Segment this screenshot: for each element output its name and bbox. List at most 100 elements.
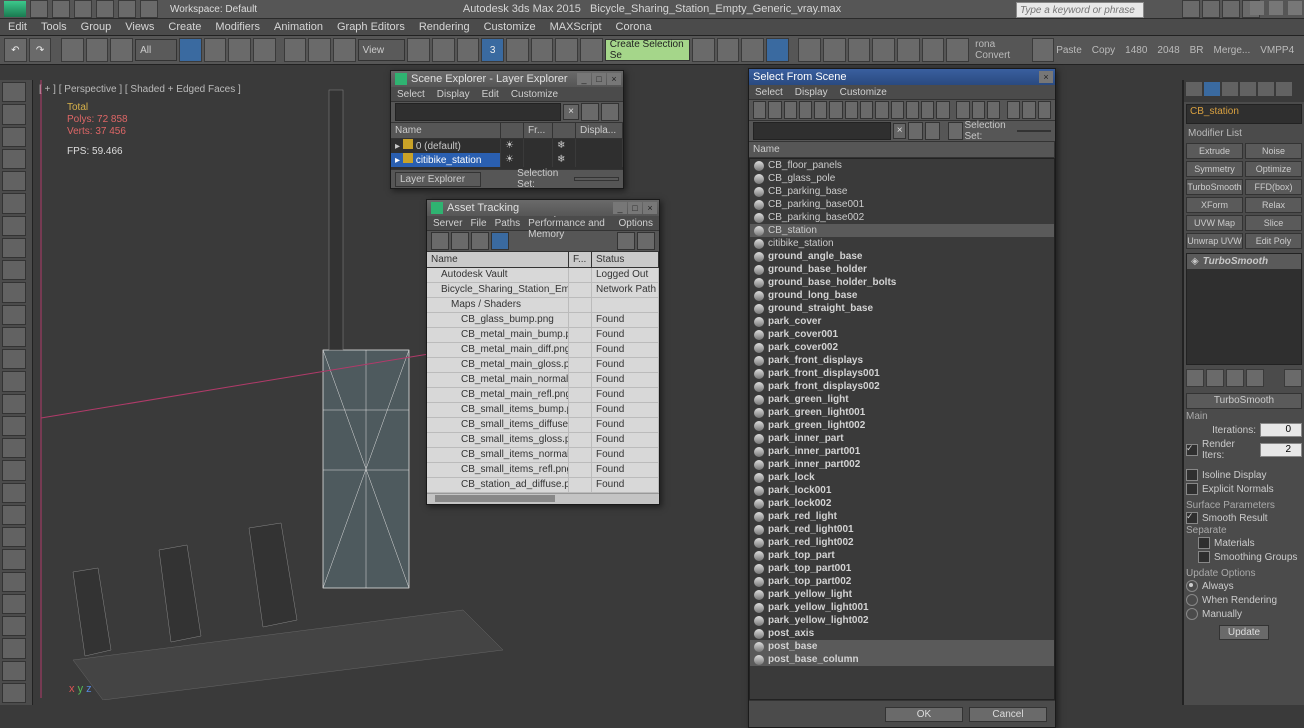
asset-row[interactable]: CB_metal_main_normal.pngFound — [427, 373, 659, 388]
at-highlight-icon[interactable] — [491, 232, 509, 250]
at-menu-paths[interactable]: Paths — [495, 218, 521, 229]
tab-create-icon[interactable] — [1186, 82, 1202, 96]
sfs-filter-icon[interactable] — [1007, 101, 1020, 119]
qat-new-icon[interactable] — [30, 0, 48, 18]
at-b3-icon[interactable] — [471, 232, 489, 250]
se-column-headers[interactable]: Name Fr...Displa... — [391, 123, 623, 139]
sfs-f12-icon[interactable] — [921, 101, 934, 119]
rotate-icon[interactable] — [308, 38, 331, 62]
help-icon[interactable] — [1182, 0, 1200, 18]
asset-list[interactable]: Autodesk VaultLogged OutBicycle_Sharing_… — [427, 268, 659, 493]
smooth-result-check[interactable] — [1186, 512, 1198, 524]
link-icon[interactable] — [61, 38, 84, 62]
sfs-item[interactable]: ground_base_holder_bolts — [750, 276, 1054, 289]
sfs-item[interactable]: park_inner_part002 — [750, 458, 1054, 471]
mod-xform[interactable]: XForm — [1186, 197, 1243, 213]
sfs-f8-icon[interactable] — [860, 101, 873, 119]
sfs-f13-icon[interactable] — [936, 101, 949, 119]
close-icon[interactable] — [1288, 1, 1302, 15]
rail-btn-12[interactable] — [2, 349, 26, 369]
asset-row[interactable]: CB_small_items_diffuse.pngFound — [427, 418, 659, 433]
maximize-icon[interactable]: □ — [592, 73, 606, 85]
se-menu-customize[interactable]: Customize — [511, 89, 558, 100]
sfs-f11-icon[interactable] — [906, 101, 919, 119]
maximize-icon[interactable]: □ — [628, 202, 642, 214]
scene-explorer-icon[interactable] — [766, 38, 789, 62]
curve-editor-icon[interactable] — [798, 38, 821, 62]
mod-optimize[interactable]: Optimize — [1245, 161, 1302, 177]
update-render-radio[interactable] — [1186, 594, 1198, 606]
rail-btn-13[interactable] — [2, 371, 26, 391]
stack-config-icon[interactable] — [1284, 369, 1302, 387]
sfs-item[interactable]: ground_straight_base — [750, 302, 1054, 315]
move-icon[interactable] — [284, 38, 307, 62]
at-help-icon[interactable] — [617, 232, 635, 250]
rail-btn-22[interactable] — [2, 572, 26, 592]
modifier-list-dropdown[interactable]: Modifier List — [1184, 126, 1304, 141]
menu-corona[interactable]: Corona — [616, 21, 652, 33]
sfs-item[interactable]: ground_base_holder — [750, 263, 1054, 276]
select-window-icon[interactable] — [253, 38, 276, 62]
sfs-item[interactable]: citibike_station — [750, 237, 1054, 250]
tab-modify-icon[interactable] — [1204, 82, 1220, 96]
sfs-item[interactable]: park_lock001 — [750, 484, 1054, 497]
asset-row[interactable]: CB_station_ad_diffuse.pngFound — [427, 478, 659, 493]
sfs-f4-icon[interactable] — [799, 101, 812, 119]
rollout-header[interactable]: TurboSmooth — [1186, 393, 1302, 409]
signin-icon[interactable] — [1222, 0, 1240, 18]
mod-extrude[interactable]: Extrude — [1186, 143, 1243, 159]
help-search-input[interactable] — [1016, 2, 1144, 18]
update-manual-radio[interactable] — [1186, 608, 1198, 620]
rail-btn-4[interactable] — [2, 171, 26, 191]
corona-convert-label[interactable]: rona Convert — [975, 39, 1029, 61]
menu-tools[interactable]: Tools — [41, 21, 67, 33]
asset-row[interactable]: CB_small_items_normal.pngFound — [427, 448, 659, 463]
rail-btn-19[interactable] — [2, 505, 26, 525]
sfs-item[interactable]: CB_floor_panels — [750, 159, 1054, 172]
sfs-item[interactable]: park_green_light — [750, 393, 1054, 406]
rail-btn-10[interactable] — [2, 305, 26, 325]
menu-maxscript[interactable]: MAXScript — [550, 21, 602, 33]
rail-btn-15[interactable] — [2, 416, 26, 436]
rail-btn-1[interactable] — [2, 104, 26, 124]
ref-coord-dropdown[interactable]: View — [358, 39, 406, 61]
tab-motion-icon[interactable] — [1240, 82, 1256, 96]
sep-materials-check[interactable] — [1198, 537, 1210, 549]
merge-button[interactable]: Merge... — [1214, 45, 1251, 56]
asset-row[interactable]: CB_metal_main_diff.pngFound — [427, 343, 659, 358]
select-object-icon[interactable] — [179, 38, 202, 62]
sfs-f7-icon[interactable] — [845, 101, 858, 119]
select-name-icon[interactable] — [204, 38, 227, 62]
schematic-icon[interactable] — [823, 38, 846, 62]
mod-symmetry[interactable]: Symmetry — [1186, 161, 1243, 177]
sfs-f3-icon[interactable] — [784, 101, 797, 119]
sfs-titlebar[interactable]: Select From Scene × — [749, 69, 1055, 85]
modifier-stack[interactable]: ◈TurboSmooth — [1186, 253, 1302, 365]
sfs-item[interactable]: park_lock002 — [750, 497, 1054, 510]
sfs-item[interactable]: park_inner_part — [750, 432, 1054, 445]
qat-save-icon[interactable] — [74, 0, 92, 18]
sfs-all-icon[interactable] — [956, 101, 969, 119]
at-menu-file[interactable]: File — [470, 218, 486, 229]
mod-relax[interactable]: Relax — [1245, 197, 1302, 213]
manip-icon[interactable] — [432, 38, 455, 62]
angle-snap-icon[interactable] — [506, 38, 529, 62]
sfs-item[interactable]: CB_parking_base002 — [750, 211, 1054, 224]
layer-list[interactable]: ▸ 0 (default)☀❄▸ citibike_station☀❄ — [391, 139, 623, 169]
asset-row[interactable]: CB_glass_bump.pngFound — [427, 313, 659, 328]
sfs-s1-icon[interactable] — [908, 122, 923, 140]
sfs-menu-select[interactable]: Select — [755, 87, 783, 98]
rail-btn-7[interactable] — [2, 238, 26, 258]
rail-btn-16[interactable] — [2, 438, 26, 458]
asset-row[interactable]: CB_small_items_refl.pngFound — [427, 463, 659, 478]
asset-titlebar[interactable]: Asset Tracking _□× — [427, 200, 659, 216]
sfs-item[interactable]: park_red_light001 — [750, 523, 1054, 536]
mod-noise[interactable]: Noise — [1245, 143, 1302, 159]
rail-btn-5[interactable] — [2, 193, 26, 213]
mod-editpoly[interactable]: Edit Poly — [1245, 233, 1302, 249]
sfs-item[interactable]: park_top_part — [750, 549, 1054, 562]
sfs-opts-icon[interactable] — [1038, 101, 1051, 119]
rail-btn-18[interactable] — [2, 483, 26, 503]
se-sync-icon[interactable] — [501, 172, 513, 186]
rail-btn-20[interactable] — [2, 527, 26, 547]
